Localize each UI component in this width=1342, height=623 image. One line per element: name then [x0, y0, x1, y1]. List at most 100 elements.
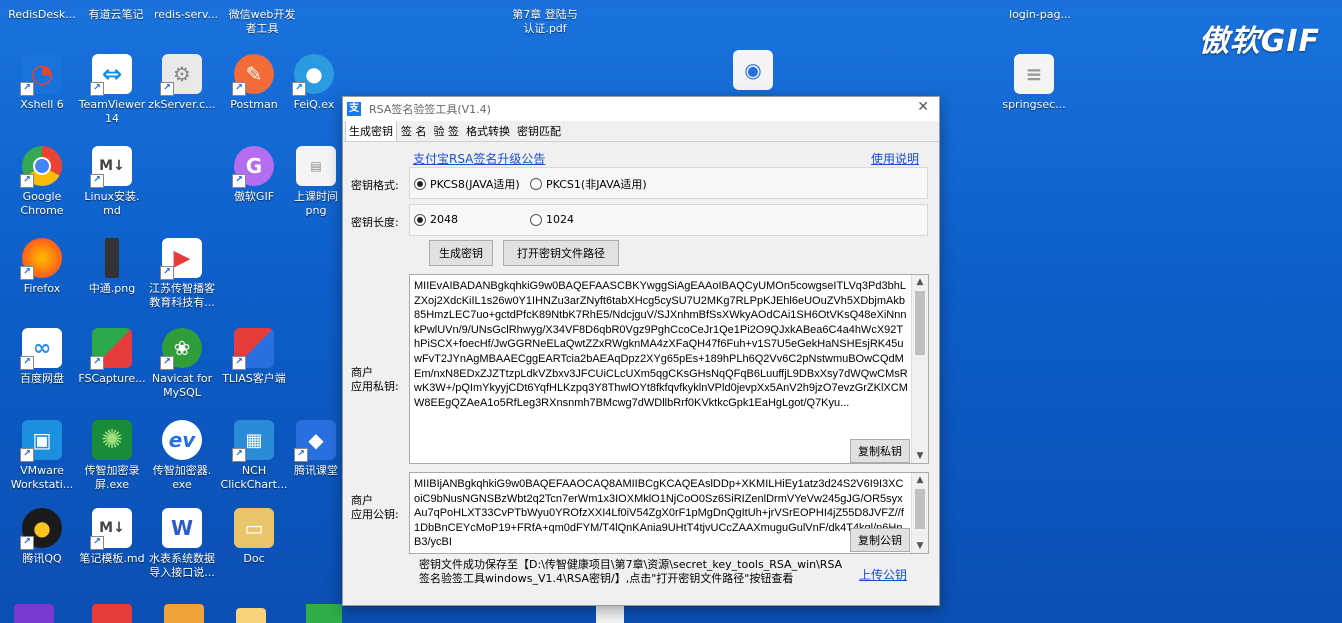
scroll-up-icon[interactable]: ▲: [912, 275, 928, 289]
scroll-thumb[interactable]: [915, 489, 925, 529]
desktop-top-label-wechat-devtools[interactable]: 微信web开发 者工具: [220, 8, 304, 36]
upload-public-key-link[interactable]: 上传公钥: [859, 566, 907, 583]
desktop-icon-firefox[interactable]: ↗ Firefox: [6, 238, 78, 296]
scroll-down-icon[interactable]: ▼: [912, 449, 928, 463]
scroll-down-icon[interactable]: ▼: [912, 539, 928, 553]
partial-icon[interactable]: [92, 604, 132, 623]
public-key-label-2: 应用公钥:: [351, 508, 399, 521]
desktop-icon-water-meter-doc[interactable]: W 水表系统数据 导入接口说...: [146, 508, 218, 580]
title-bar[interactable]: 支 RSA签名验签工具(V1.4) ✕: [343, 97, 939, 121]
tab-key-match[interactable]: 密钥匹配: [514, 121, 564, 141]
gif-app-icon: G ↗: [232, 146, 274, 188]
tab-bar: 生成密钥 签 名 验 签 格式转换 密钥匹配: [343, 120, 939, 142]
private-key-scrollbar[interactable]: ▲ ▼: [911, 275, 928, 463]
copy-public-key-button[interactable]: 复制公钥: [850, 528, 910, 552]
desktop-icon-feiq[interactable]: ● ↗ FeiQ.ex: [284, 54, 344, 112]
firefox-icon: ↗: [20, 238, 62, 280]
partial-icon[interactable]: [236, 608, 266, 623]
close-icon[interactable]: ✕: [917, 99, 929, 115]
watermark-logo: 傲软GIF: [1198, 24, 1320, 59]
desktop-icon-encryptor[interactable]: ev 传智加密器. exe: [146, 420, 218, 492]
icon-label: FSCapture...: [78, 372, 146, 385]
partial-icon[interactable]: [306, 604, 342, 623]
desktop-icon-jiangsu-video[interactable]: ▶ ↗ 江苏传智播客 教育科技有...: [146, 238, 218, 310]
radio-label: PKCS8(JAVA适用): [430, 178, 520, 191]
icon-label: 传智加密录 屏.exe: [84, 464, 140, 491]
icon-label: 上课时间 png: [294, 190, 338, 217]
help-link[interactable]: 使用说明: [871, 150, 919, 167]
desktop-icon-linux-md[interactable]: M↓ ↗ Linux安装. md: [76, 146, 148, 218]
generate-key-panel: 支付宝RSA签名升级公告 使用说明 密钥格式: PKCS8(JAVA适用) PK…: [343, 142, 939, 605]
desktop-icon-qq[interactable]: ● ↗ 腾讯QQ: [6, 508, 78, 566]
desktop-top-label-redisdesk[interactable]: RedisDesk...: [6, 8, 78, 22]
key-format-label: 密钥格式:: [351, 179, 399, 192]
desktop-icon-teamviewer[interactable]: ⇔ ↗ TeamViewer 14: [76, 54, 148, 126]
desktop-top-label-chapter7-pdf[interactable]: 第7章 登陆与 认证.pdf: [500, 8, 590, 36]
tab-verify[interactable]: 验 签: [431, 121, 463, 141]
length-1024-radio[interactable]: 1024: [530, 213, 574, 226]
partial-icon[interactable]: [596, 606, 624, 623]
tab-sign[interactable]: 签 名: [398, 121, 430, 141]
partial-icon[interactable]: [14, 604, 54, 623]
radio-selected-icon: [414, 178, 426, 190]
desktop-icon-baidu-netdisk[interactable]: ∞ ↗ 百度网盘: [6, 328, 78, 386]
desktop-icon-zhongtong-png[interactable]: 中通.png: [76, 238, 148, 296]
partial-icon[interactable]: [164, 604, 204, 623]
radio-selected-icon: [414, 213, 426, 226]
desktop-icon-class-time-png[interactable]: ▤ 上课时间 png: [288, 146, 344, 218]
desktop-icon-tencent-class[interactable]: ◆ ↗ 腾讯课堂: [288, 420, 344, 478]
desktop-icon-xshell[interactable]: ◔ ↗ Xshell 6: [6, 54, 78, 112]
radio-label: PKCS1(非JAVA适用): [546, 178, 647, 191]
desktop-icon-notes-template[interactable]: M↓ ↗ 笔记模板.md: [76, 508, 148, 566]
icon-label: 笔记模板.md: [79, 552, 145, 565]
key-length-label: 密钥长度:: [351, 216, 399, 229]
desktop-icon-springsec[interactable]: ≡ springsec...: [998, 54, 1070, 112]
desktop-top-label-youdao[interactable]: 有道云笔记: [80, 8, 152, 22]
icon-label: 水表系统数据 导入接口说...: [149, 552, 215, 579]
icon-label: Doc: [243, 552, 265, 565]
generate-key-button[interactable]: 生成密钥: [429, 240, 493, 266]
radio-label: 1024: [546, 213, 574, 226]
desktop-top-label-redis-serv[interactable]: redis-serv...: [150, 8, 222, 22]
announcement-link[interactable]: 支付宝RSA签名升级公告: [413, 150, 545, 167]
copy-private-key-button[interactable]: 复制私钥: [850, 439, 910, 463]
gear-file-icon: ⚙ ↗: [160, 54, 202, 96]
image-file-icon: ▤: [296, 146, 336, 186]
postman-icon: ✎ ↗: [232, 54, 274, 96]
public-key-textarea[interactable]: MIIBIjANBgkqhkiG9w0BAQEFAAOCAQ8AMIIBCgKC…: [409, 472, 929, 554]
desktop-top-label-login-page[interactable]: login-pag...: [1000, 8, 1080, 22]
desktop-icon-doc-folder[interactable]: ▭ Doc: [218, 508, 290, 566]
qq-icon: ● ↗: [20, 508, 62, 550]
open-key-path-button[interactable]: 打开密钥文件路径: [503, 240, 619, 266]
icon-label: springsec...: [1002, 98, 1066, 111]
desktop-icon-zkserver[interactable]: ⚙ ↗ zkServer.c...: [146, 54, 218, 112]
desktop-icon-encrypted-recorder[interactable]: ✺ 传智加密录 屏.exe: [76, 420, 148, 492]
private-key-textarea[interactable]: MIIEvAIBADANBgkqhkiG9w0BAQEFAASCBKYwggSi…: [409, 274, 929, 464]
desktop-icon-chrome[interactable]: ↗ Google Chrome: [6, 146, 78, 218]
desktop-icon-clickcharts[interactable]: ▦ ↗ NCH ClickChart...: [218, 420, 290, 492]
length-2048-radio[interactable]: 2048: [414, 213, 458, 226]
radio-unselected-icon: [530, 178, 542, 190]
scroll-up-icon[interactable]: ▲: [912, 473, 928, 487]
private-key-label-2: 应用私钥:: [351, 380, 399, 393]
pkcs1-radio[interactable]: PKCS1(非JAVA适用): [530, 176, 647, 192]
icon-label: Postman: [230, 98, 278, 111]
desktop-icon-navicat[interactable]: ❀ ↗ Navicat for MySQL: [146, 328, 218, 400]
desktop-icon-fscapture[interactable]: ↗ FSCapture...: [76, 328, 148, 386]
document-file-icon: ◉: [733, 50, 773, 90]
desktop-icon-gif-app[interactable]: G ↗ 傲软GIF: [218, 146, 290, 204]
pkcs8-radio[interactable]: PKCS8(JAVA适用): [414, 176, 520, 192]
desktop-icon-tlias[interactable]: ↗ TLIAS客户端: [218, 328, 290, 386]
public-key-scrollbar[interactable]: ▲ ▼: [911, 473, 928, 553]
desktop-icon-postman[interactable]: ✎ ↗ Postman: [218, 54, 290, 112]
desktop-icon-vmware[interactable]: ▣ ↗ VMware Workstati...: [6, 420, 78, 492]
radio-unselected-icon: [530, 213, 542, 226]
icon-label: zkServer.c...: [148, 98, 216, 111]
desktop-icon-document[interactable]: ◉: [718, 50, 788, 90]
icon-label: 江苏传智播客 教育科技有...: [149, 282, 215, 309]
xshell-icon: ◔ ↗: [20, 54, 62, 96]
tab-generate-key[interactable]: 生成密钥: [345, 120, 397, 141]
tab-format-convert[interactable]: 格式转换: [463, 121, 513, 141]
scroll-thumb[interactable]: [915, 291, 925, 355]
icon-label: VMware Workstati...: [10, 464, 74, 491]
